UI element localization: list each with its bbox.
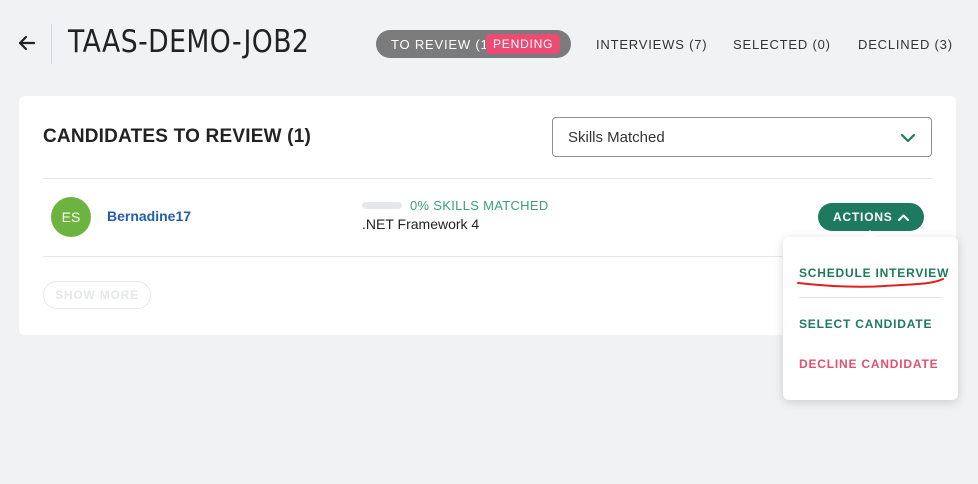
tab-selected[interactable]: SELECTED (0) [733, 37, 831, 52]
actions-dropdown-menu: SCHEDULE INTERVIEW SELECT CANDIDATE DECL… [783, 230, 958, 400]
chevron-up-icon [898, 214, 909, 221]
menu-caret [862, 230, 878, 238]
avatar: ES [51, 197, 91, 237]
actions-button-label: ACTIONS [833, 210, 893, 224]
skill-name: .NET Framework 4 [362, 216, 480, 232]
page-title: TAAS-DEMO-JOB2 [68, 24, 310, 60]
tab-interviews[interactable]: INTERVIEWS (7) [596, 37, 707, 52]
skills-progress-bar [362, 202, 402, 209]
candidate-name-link[interactable]: Bernadine17 [107, 208, 191, 224]
show-more-button[interactable]: SHOW MORE [43, 281, 151, 309]
skills-matched-label: 0% SKILLS MATCHED [410, 198, 549, 213]
header-divider [51, 24, 52, 64]
select-candidate-item[interactable]: SELECT CANDIDATE [799, 317, 932, 331]
chevron-down-icon [900, 133, 916, 143]
tab-to-review[interactable]: TO REVIEW (1) PENDING [376, 30, 571, 58]
pending-badge: PENDING [486, 34, 561, 54]
tab-to-review-label: TO REVIEW (1) [391, 37, 494, 52]
page-header: TAAS-DEMO-JOB2 TO REVIEW (1) PENDING INT… [0, 0, 978, 90]
decline-candidate-item[interactable]: DECLINE CANDIDATE [799, 357, 938, 371]
tab-declined[interactable]: DECLINED (3) [858, 37, 953, 52]
actions-button[interactable]: ACTIONS [818, 203, 924, 231]
red-underline-annotation [797, 278, 944, 288]
menu-separator [799, 297, 943, 298]
row-divider-top [43, 178, 932, 179]
arrow-left-icon[interactable] [14, 30, 40, 56]
filter-value: Skills Matched [568, 129, 665, 146]
skills-filter-select[interactable]: Skills Matched [552, 117, 932, 157]
card-title: CANDIDATES TO REVIEW (1) [43, 126, 311, 147]
